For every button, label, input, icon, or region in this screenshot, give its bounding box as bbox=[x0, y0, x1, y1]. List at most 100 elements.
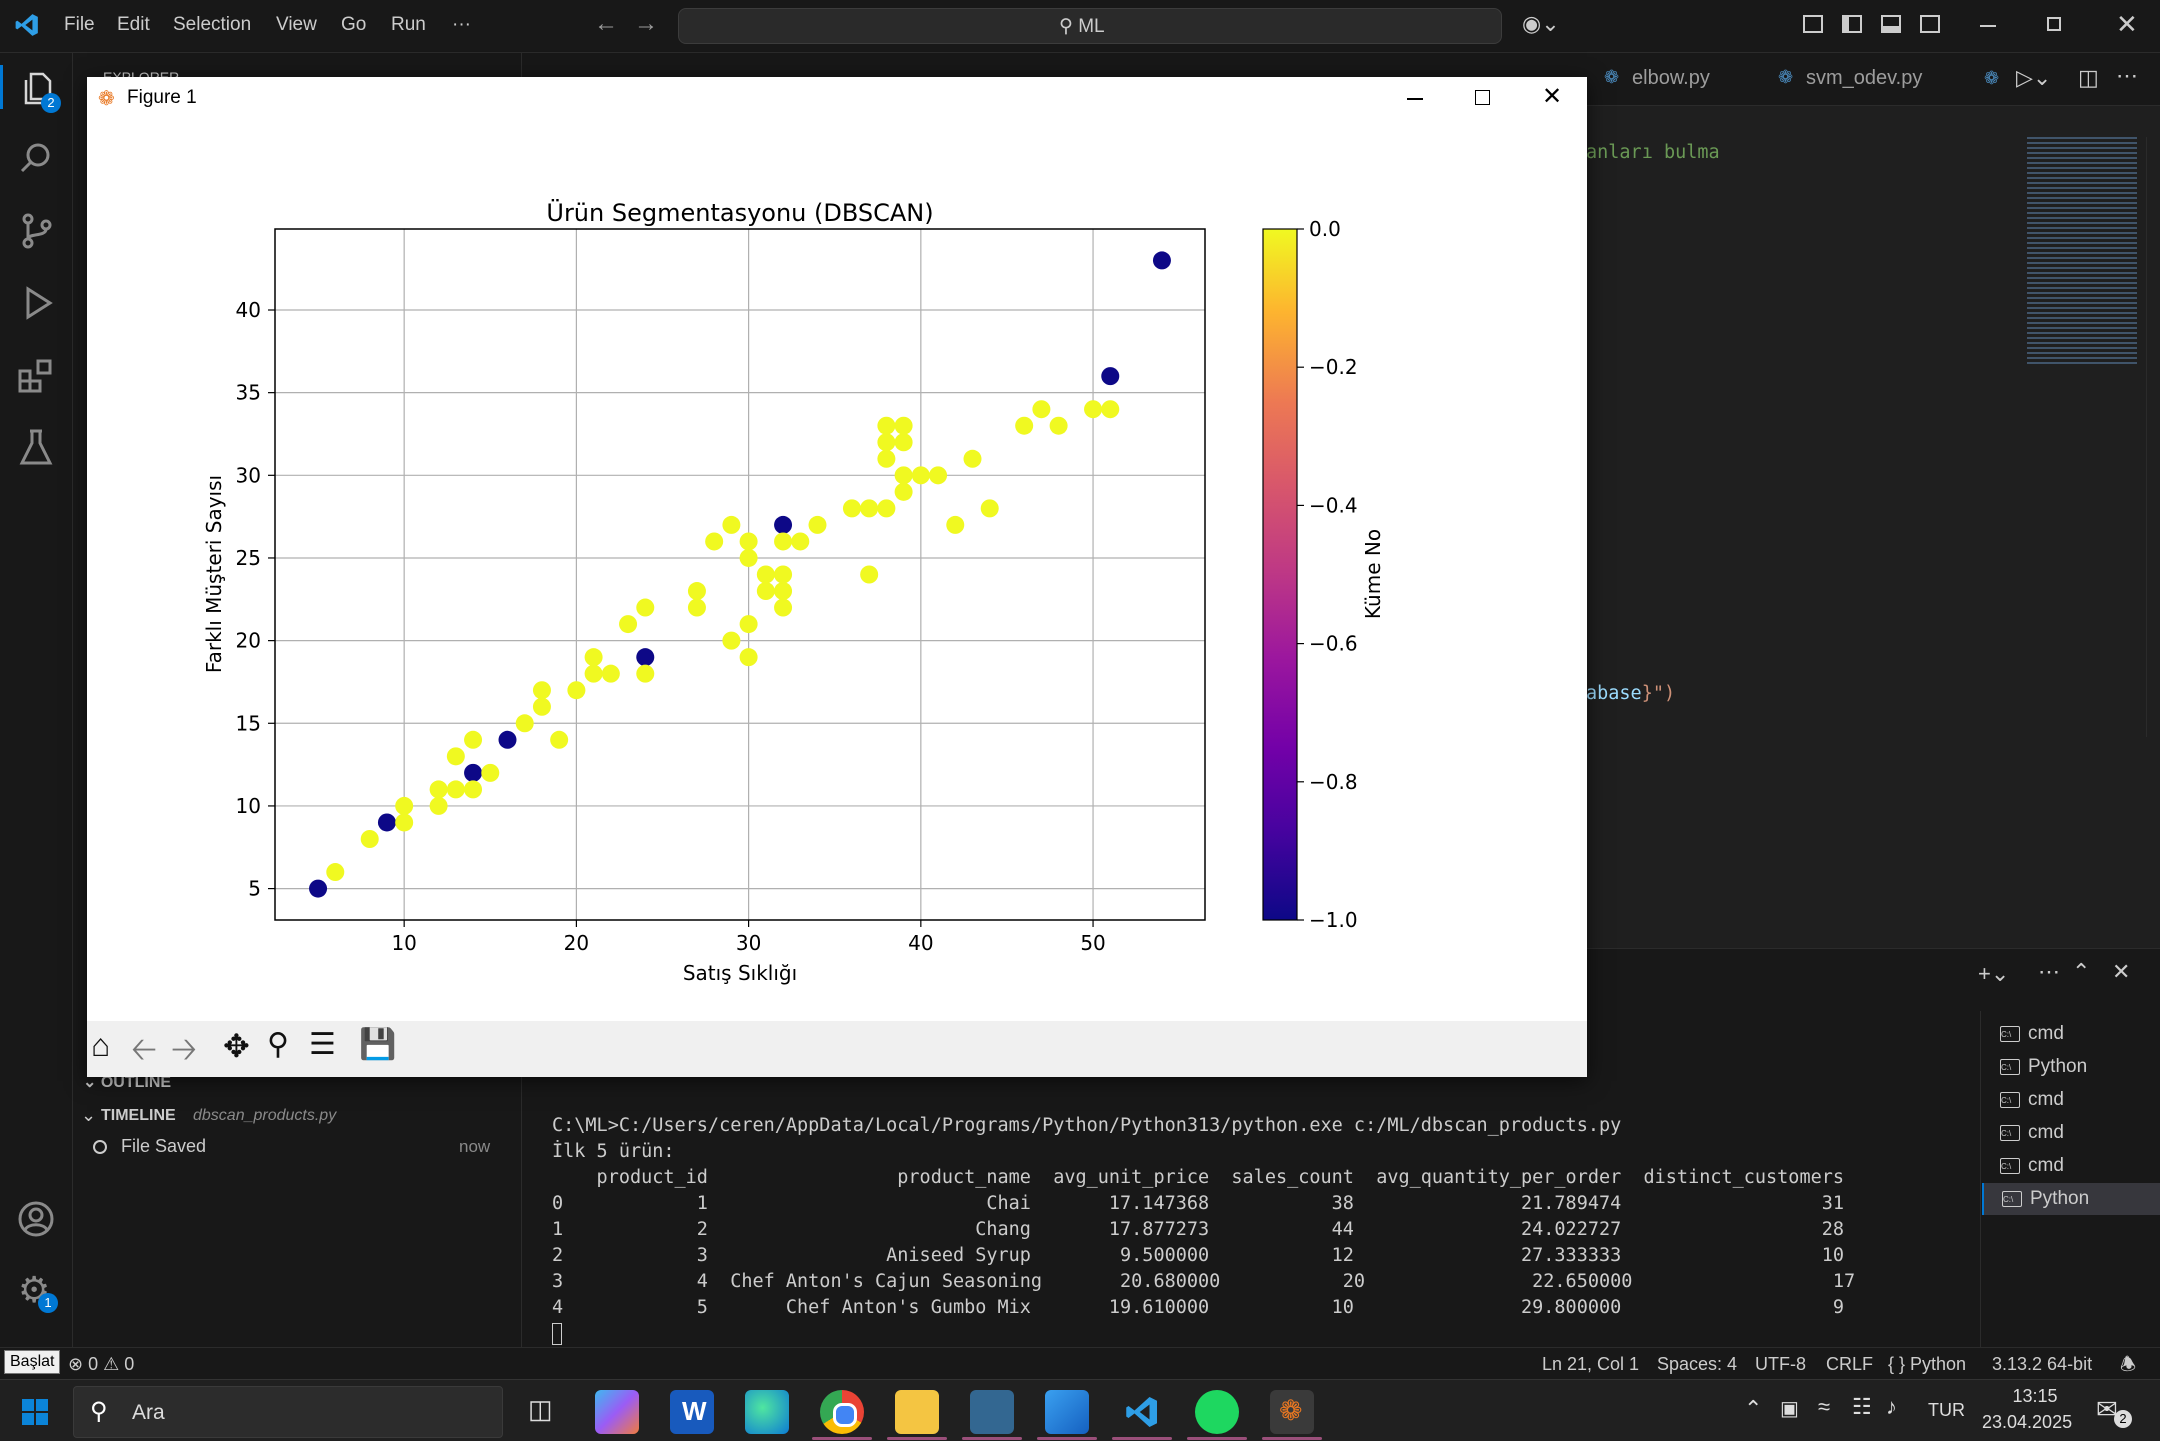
taskbar-search-box[interactable]: ⚲ Ara bbox=[73, 1386, 503, 1438]
tray-app-icon[interactable]: ▣ bbox=[1780, 1396, 1799, 1421]
cluster-point bbox=[722, 515, 741, 534]
cursor-position[interactable]: Ln 21, Col 1 bbox=[1542, 1354, 1639, 1375]
vscode-app-icon[interactable] bbox=[1120, 1390, 1164, 1434]
search-icon: ⚲ bbox=[1059, 16, 1073, 37]
timeline-item[interactable]: File Saved now bbox=[73, 1132, 521, 1162]
tab-elbow[interactable]: ❁ elbow.py bbox=[1590, 53, 1760, 105]
extensions-icon[interactable] bbox=[14, 353, 58, 397]
copilot-app-icon[interactable] bbox=[595, 1390, 639, 1434]
run-debug-icon[interactable] bbox=[14, 281, 58, 325]
maximize-panel-icon[interactable]: ⌃ bbox=[2072, 959, 2090, 985]
noise-point bbox=[498, 730, 517, 749]
toggle-sidebar-icon[interactable] bbox=[1842, 15, 1862, 33]
explorer-button[interactable]: 2 bbox=[0, 65, 75, 113]
editor-scrollbar[interactable] bbox=[2146, 137, 2160, 737]
figure-close-icon[interactable]: ✕ bbox=[1542, 82, 1562, 111]
more-actions-icon[interactable]: ⋯ bbox=[2116, 63, 2138, 89]
testing-icon[interactable] bbox=[14, 425, 58, 469]
edge-app-icon[interactable] bbox=[745, 1390, 789, 1434]
task-view-icon[interactable]: ◫ bbox=[518, 1390, 562, 1434]
terminal-list-item-python-active[interactable]: C:\ Python bbox=[1982, 1183, 2160, 1215]
menu-run[interactable]: Run bbox=[391, 14, 426, 36]
panel-more-icon[interactable]: ⋯ bbox=[2038, 959, 2060, 985]
encoding[interactable]: UTF-8 bbox=[1755, 1354, 1806, 1375]
indentation[interactable]: Spaces: 4 bbox=[1657, 1354, 1737, 1375]
figure-window: ❁ Figure 1 ✕ 10 20 30 40 50 5 10 15 20 25 30 35 40 … bbox=[87, 77, 1587, 1077]
back-arrow-icon[interactable]: ← bbox=[594, 10, 618, 38]
code-variable: abase bbox=[1586, 683, 1642, 704]
terminal-list-item-cmd[interactable]: C:\ cmd bbox=[1982, 1117, 2160, 1149]
photos-app-icon[interactable] bbox=[1045, 1390, 1089, 1434]
figure-maximize-icon[interactable] bbox=[1475, 90, 1490, 105]
customize-layout-icon[interactable] bbox=[1803, 15, 1823, 33]
wifi-icon[interactable]: ≈ bbox=[1818, 1394, 1830, 1420]
terminal-list-item-cmd[interactable]: C:\ cmd bbox=[1982, 1150, 2160, 1182]
close-panel-icon[interactable]: ✕ bbox=[2112, 959, 2130, 985]
toggle-panel-icon[interactable] bbox=[1881, 15, 1901, 33]
language-mode[interactable]: { } Python bbox=[1888, 1354, 1966, 1375]
split-editor-icon[interactable]: ◫ bbox=[2078, 65, 2099, 91]
zoom-icon[interactable]: ⚲ bbox=[267, 1027, 289, 1062]
file-explorer-app-icon[interactable] bbox=[895, 1390, 939, 1434]
spotify-app-icon[interactable] bbox=[1195, 1390, 1239, 1434]
y-tick-label: 15 bbox=[236, 711, 261, 735]
timeline-section-header[interactable]: ⌄ TIMELINE dbscan_products.py bbox=[73, 1102, 521, 1132]
matplotlib-app-icon[interactable]: ❁ bbox=[1270, 1390, 1314, 1434]
chrome-app-icon[interactable] bbox=[820, 1390, 864, 1434]
volume-icon[interactable]: ♪ bbox=[1886, 1394, 1897, 1420]
postgres-app-icon[interactable] bbox=[970, 1390, 1014, 1434]
clock-date[interactable]: 23.04.2025 bbox=[1982, 1412, 2072, 1433]
toggle-secondary-sidebar-icon[interactable] bbox=[1920, 15, 1940, 33]
windows-start-icon[interactable] bbox=[22, 1399, 48, 1425]
menu-selection[interactable]: Selection bbox=[173, 14, 251, 36]
subplots-config-icon[interactable]: ☰ bbox=[309, 1027, 336, 1062]
cluster-point bbox=[584, 664, 603, 683]
terminal-list-item-cmd[interactable]: C:\ cmd bbox=[1982, 1018, 2160, 1050]
terminal-list-item-python[interactable]: C:\ Python bbox=[1982, 1051, 2160, 1083]
menu-go[interactable]: Go bbox=[341, 14, 366, 36]
minimap[interactable] bbox=[2027, 137, 2137, 367]
scatter-plot[interactable]: 10 20 30 40 50 5 10 15 20 25 30 35 40 Ürün Segmenta… bbox=[87, 121, 1587, 1021]
source-control-icon[interactable] bbox=[14, 209, 58, 253]
command-center-search[interactable]: ⚲ ML bbox=[678, 8, 1502, 44]
menu-file[interactable]: File bbox=[64, 14, 95, 36]
word-app-icon[interactable]: W bbox=[670, 1390, 714, 1434]
problems-status[interactable]: ⊗ 0 ⚠ 0 bbox=[68, 1354, 134, 1375]
back-icon[interactable]: 🡠 bbox=[131, 1027, 157, 1081]
home-icon[interactable]: ⌂ bbox=[91, 1027, 110, 1064]
cluster-point bbox=[446, 747, 465, 766]
save-figure-icon[interactable]: 💾 bbox=[359, 1027, 396, 1062]
tab-svm-odev[interactable]: ❁ svm_odev.py bbox=[1764, 53, 1962, 105]
terminal-list-item-cmd[interactable]: C:\ cmd bbox=[1982, 1084, 2160, 1116]
settings-sliders-icon[interactable]: ☷ bbox=[1852, 1394, 1872, 1420]
show-hidden-icons-icon[interactable]: ⌃ bbox=[1744, 1396, 1762, 1422]
bell-icon[interactable]: 🕭 bbox=[2120, 1352, 2136, 1382]
menu-more[interactable]: ··· bbox=[452, 14, 471, 36]
figure-minimize-icon[interactable] bbox=[1407, 98, 1423, 100]
line-ending[interactable]: CRLF bbox=[1826, 1354, 1873, 1375]
figure-toolbar: ⌂ 🡠 🡢 ✥ ⚲ ☰ 💾 bbox=[87, 1021, 1587, 1077]
cluster-point bbox=[687, 582, 706, 601]
python-interpreter[interactable]: 3.13.2 64-bit bbox=[1992, 1354, 2092, 1375]
search-icon[interactable] bbox=[14, 137, 58, 181]
cluster-point bbox=[636, 664, 655, 683]
cluster-point bbox=[395, 796, 414, 815]
keyboard-language[interactable]: TUR bbox=[1928, 1400, 1965, 1421]
restore-icon[interactable] bbox=[2047, 17, 2061, 31]
menu-view[interactable]: View bbox=[276, 14, 317, 36]
pan-icon[interactable]: ✥ bbox=[223, 1027, 250, 1065]
cluster-point bbox=[584, 648, 603, 667]
copilot-icon[interactable]: ◉⌄ bbox=[1522, 11, 1560, 37]
clock-time[interactable]: 13:15 bbox=[1992, 1386, 2078, 1407]
manage-button[interactable]: ⚙ 1 bbox=[14, 1269, 58, 1313]
run-file-icon[interactable]: ▷⌄ bbox=[2016, 65, 2051, 91]
new-terminal-icon[interactable]: +⌄ bbox=[1978, 961, 2009, 987]
close-icon[interactable]: ✕ bbox=[2116, 9, 2138, 40]
menu-edit[interactable]: Edit bbox=[117, 14, 150, 36]
minimize-icon[interactable] bbox=[1980, 25, 1996, 27]
forward-icon[interactable]: 🡢 bbox=[171, 1027, 197, 1081]
forward-arrow-icon[interactable]: → bbox=[634, 10, 658, 38]
cluster-point bbox=[774, 532, 793, 551]
terminal-heading: İlk 5 ürün: bbox=[552, 1141, 675, 1162]
account-icon[interactable] bbox=[14, 1197, 58, 1241]
